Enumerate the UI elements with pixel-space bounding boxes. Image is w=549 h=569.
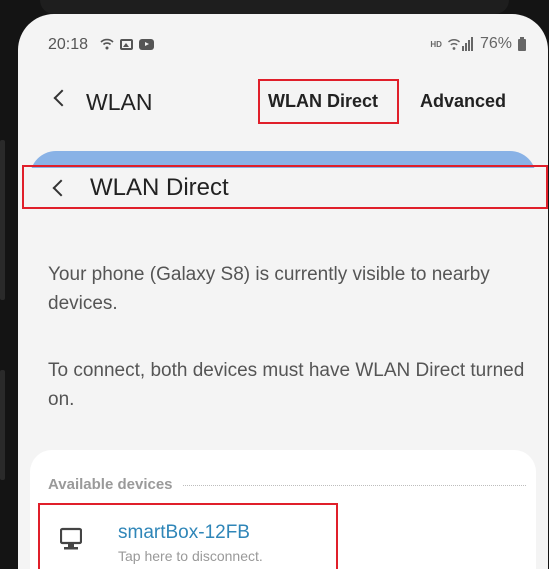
available-devices-section: Available devices xyxy=(48,472,526,496)
wifi-icon xyxy=(100,38,114,50)
status-bar: 20:18 HD 76% xyxy=(18,14,548,60)
phone-side-key-volume xyxy=(0,140,5,300)
gallery-icon xyxy=(120,38,133,50)
battery-icon xyxy=(518,37,526,51)
battery-percent: 76% xyxy=(479,35,512,52)
phone-screen: 20:18 HD 76% WLAN WLAN Direct Advanced W… xyxy=(18,14,548,569)
video-icon xyxy=(139,38,154,50)
visibility-info-text: Your phone (Galaxy S8) is currently visi… xyxy=(48,264,490,314)
available-devices-label: Available devices xyxy=(48,475,173,493)
section-divider xyxy=(182,484,526,486)
hd-voice-icon: HD xyxy=(430,39,442,49)
status-right-group: HD 76% xyxy=(430,35,526,53)
phone-frame: 20:18 HD 76% WLAN WLAN Direct Advanced W… xyxy=(0,0,549,569)
wifi-signal-icon xyxy=(447,37,473,51)
highlight-box-wlan-direct-header xyxy=(22,165,548,209)
status-time: 20:18 xyxy=(48,36,89,53)
connect-info-text: To connect, both devices must have WLAN … xyxy=(48,360,525,410)
highlight-box-wlan-direct-tab xyxy=(258,79,399,124)
notification-icons xyxy=(100,36,154,52)
advanced-button[interactable]: Advanced xyxy=(420,91,506,112)
phone-top-bezel xyxy=(40,0,509,14)
highlight-box-device xyxy=(38,503,338,569)
back-arrow-icon[interactable] xyxy=(53,89,71,107)
page-title: WLAN xyxy=(86,89,153,115)
phone-side-key-bixby xyxy=(0,370,5,480)
